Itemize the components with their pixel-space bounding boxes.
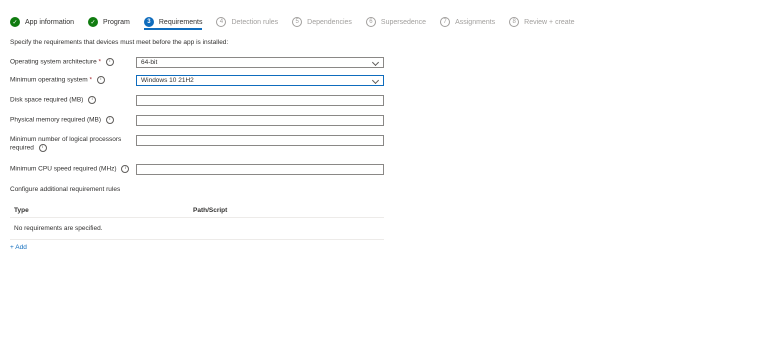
step-app-information[interactable]: ✓ App information bbox=[10, 17, 74, 27]
column-header-path-script[interactable]: Path/Script bbox=[193, 207, 227, 214]
required-marker: * bbox=[98, 58, 102, 66]
required-marker: * bbox=[89, 76, 93, 84]
chevron-down-icon bbox=[371, 58, 380, 67]
step-label: App information bbox=[25, 18, 75, 26]
step-label: Program bbox=[103, 18, 130, 26]
info-icon[interactable]: i bbox=[38, 144, 47, 152]
step-supersedence[interactable]: 6 Supersedence bbox=[365, 17, 427, 27]
physical-memory-input[interactable] bbox=[136, 115, 384, 126]
logical-processors-input[interactable] bbox=[136, 135, 384, 146]
info-icon[interactable]: i bbox=[105, 58, 114, 66]
field-label: Minimum CPU speed required (MHz) i bbox=[10, 165, 130, 174]
step-review-create[interactable]: 8 Review + create bbox=[509, 17, 575, 27]
os-architecture-dropdown[interactable]: 64-bit bbox=[136, 57, 384, 68]
wizard-steps: ✓ App information ✓ Program 3 Requiremen… bbox=[10, 15, 589, 30]
step-label: Review + create bbox=[524, 18, 575, 26]
disk-space-input[interactable] bbox=[136, 95, 384, 106]
step-number-icon: 3 bbox=[143, 17, 154, 27]
step-assignments[interactable]: 7 Assignments bbox=[440, 17, 495, 27]
add-requirement-link[interactable]: + Add bbox=[10, 244, 27, 251]
step-requirements[interactable]: 3 Requirements bbox=[143, 17, 203, 30]
step-program[interactable]: ✓ Program bbox=[88, 17, 130, 27]
table-header: Type Path/Script bbox=[10, 203, 384, 218]
step-label: Detection rules bbox=[231, 18, 279, 26]
min-os-dropdown[interactable]: Windows 10 21H2 bbox=[136, 75, 384, 86]
step-label: Assignments bbox=[455, 18, 496, 26]
column-header-type[interactable]: Type bbox=[14, 207, 29, 214]
field-label: Operating system architecture * i bbox=[10, 58, 130, 67]
step-number-icon: 4 bbox=[216, 17, 227, 27]
field-label: Minimum operating system * i bbox=[10, 76, 130, 85]
step-number-icon: 7 bbox=[440, 17, 451, 27]
step-label: Supersedence bbox=[380, 18, 427, 26]
step-dependencies[interactable]: 5 Dependencies bbox=[292, 17, 352, 27]
additional-rules-title: Configure additional requirement rules bbox=[10, 186, 121, 193]
field-label: Minimum number of logical processors req… bbox=[10, 136, 122, 152]
info-icon[interactable]: i bbox=[105, 116, 114, 124]
field-label: Disk space required (MB) i bbox=[10, 96, 130, 105]
info-icon[interactable]: i bbox=[96, 76, 105, 84]
step-number-icon: 6 bbox=[365, 17, 376, 27]
checkmark-icon: ✓ bbox=[10, 17, 20, 27]
field-label: Physical memory required (MB) i bbox=[10, 116, 130, 125]
cpu-speed-input[interactable] bbox=[136, 164, 384, 175]
step-number-icon: 8 bbox=[509, 17, 520, 27]
info-icon[interactable]: i bbox=[121, 165, 130, 173]
step-label: Requirements bbox=[158, 18, 203, 26]
intro-text: Specify the requirements that devices mu… bbox=[10, 39, 229, 46]
info-icon[interactable]: i bbox=[88, 96, 97, 104]
empty-state-text: No requirements are specified. bbox=[10, 218, 384, 240]
checkmark-icon: ✓ bbox=[88, 17, 99, 27]
step-number-icon: 5 bbox=[292, 17, 303, 27]
chevron-down-icon bbox=[371, 76, 380, 85]
step-label: Dependencies bbox=[307, 18, 352, 26]
requirements-table: Type Path/Script No requirements are spe… bbox=[10, 203, 384, 240]
step-detection-rules[interactable]: 4 Detection rules bbox=[216, 17, 278, 27]
